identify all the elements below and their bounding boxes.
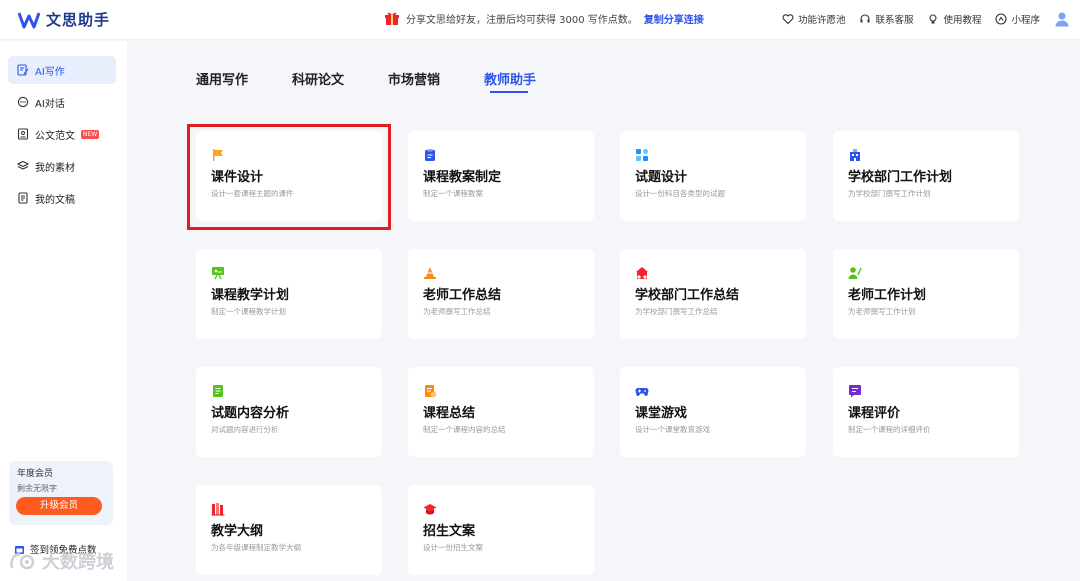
card-exam-analysis[interactable]: 试题内容分析 对试题内容进行分析 bbox=[196, 367, 382, 457]
sidebar-item-ai-chat[interactable]: AI对话 bbox=[8, 88, 116, 116]
clipboard-icon bbox=[425, 149, 435, 161]
gift-icon bbox=[385, 12, 399, 25]
graduation-cap-icon bbox=[423, 504, 437, 515]
tab-teacher-assistant[interactable]: 教师助手 bbox=[484, 69, 536, 88]
logo-text: 文思助手 bbox=[46, 11, 111, 29]
teacher-icon bbox=[848, 267, 862, 279]
watermark-text: 大数跨境 bbox=[42, 552, 114, 573]
tab-general-writing[interactable]: 通用写作 bbox=[196, 69, 248, 88]
tab-research-paper[interactable]: 科研论文 bbox=[292, 69, 344, 88]
sidebar-item-my-materials[interactable]: 我的素材 bbox=[8, 152, 116, 180]
school-icon bbox=[636, 267, 648, 279]
card-course-evaluation[interactable]: 课程评价 制定一个课程的详细评价 bbox=[833, 367, 1019, 457]
card-teaching-plan[interactable]: 课程教学计划 制定一个课程教学计划 bbox=[196, 249, 382, 339]
upgrade-vip-button[interactable]: 升级会员 bbox=[16, 497, 102, 515]
card-courseware-design[interactable]: 课件设计 设计一套课程主题的课件 bbox=[196, 131, 382, 221]
chat-icon bbox=[17, 96, 29, 108]
card-teacher-work-plan[interactable]: 老师工作计划 为老师撰写工作计划 bbox=[833, 249, 1019, 339]
card-classroom-game[interactable]: 课堂游戏 设计一个课堂教育游戏 bbox=[620, 367, 806, 457]
sidebar: AI写作 AI对话 公文范文 NEW 我的素材 我的文稿 年度会员 剩余无限字 … bbox=[0, 41, 127, 581]
top-actions: 功能许愿池 联系客服 使用教程 小程序 bbox=[782, 11, 1070, 27]
copy-share-link[interactable]: 复制分享连接 bbox=[644, 11, 704, 26]
file-icon bbox=[18, 192, 28, 204]
card-teacher-summary[interactable]: 老师工作总结 为老师撰写工作总结 bbox=[408, 249, 594, 339]
card-syllabus[interactable]: 教学大纲 为各年级课程制定教学大纲 bbox=[196, 485, 382, 575]
logo[interactable]: 文思助手 bbox=[18, 9, 110, 30]
building-icon bbox=[850, 149, 860, 161]
wish-pool-link[interactable]: 功能许愿池 bbox=[782, 12, 845, 26]
vip-card: 年度会员 剩余无限字 升级会员 bbox=[9, 461, 113, 525]
new-badge: NEW bbox=[81, 129, 100, 139]
cone-icon bbox=[424, 267, 436, 279]
sidebar-item-ai-writing[interactable]: AI写作 bbox=[8, 56, 116, 84]
card-exam-design[interactable]: 试题设计 设计一份科目各类型的试题 bbox=[620, 131, 806, 221]
user-avatar-icon[interactable] bbox=[1054, 11, 1070, 27]
sidebar-item-official-docs[interactable]: 公文范文 NEW bbox=[8, 120, 116, 148]
flag-icon bbox=[213, 149, 223, 161]
top-bar: 文思助手 分享文思给好友，注册后均可获得 3000 写作点数。 复制分享连接 功… bbox=[0, 0, 1080, 40]
card-lesson-plan[interactable]: 课程教案制定 制定一个课程教案 bbox=[408, 131, 594, 221]
active-tab-indicator bbox=[490, 91, 528, 93]
books-icon bbox=[211, 503, 225, 516]
notes-icon bbox=[425, 385, 437, 398]
easel-icon bbox=[212, 267, 224, 280]
miniprogram-link[interactable]: 小程序 bbox=[995, 12, 1040, 26]
book-icon bbox=[213, 385, 223, 397]
card-admission-copy[interactable]: 招生文案 设计一份招生文案 bbox=[408, 485, 594, 575]
promo-text: 分享文思给好友，注册后均可获得 3000 写作点数。 bbox=[406, 14, 638, 26]
lightbulb-icon bbox=[929, 14, 938, 24]
tab-marketing[interactable]: 市场营销 bbox=[388, 69, 440, 88]
document-icon bbox=[17, 128, 29, 140]
card-dept-work-summary[interactable]: 学校部门工作总结 为学校部门撰写工作总结 bbox=[620, 249, 806, 339]
watermark-logo-icon bbox=[10, 552, 35, 570]
customer-service-link[interactable]: 联系客服 bbox=[859, 12, 913, 26]
write-icon bbox=[17, 64, 29, 76]
promo-banner: 分享文思给好友，注册后均可获得 3000 写作点数。 复制分享连接 bbox=[384, 10, 704, 26]
card-course-summary[interactable]: 课程总结 制定一个课程内容的总结 bbox=[408, 367, 594, 457]
vip-title: 年度会员 bbox=[17, 469, 54, 479]
headset-icon bbox=[860, 14, 871, 23]
logo-icon bbox=[18, 11, 40, 28]
tutorial-link[interactable]: 使用教程 bbox=[927, 12, 981, 26]
heart-icon bbox=[782, 14, 794, 25]
grid-icon bbox=[636, 149, 648, 161]
layers-icon bbox=[17, 160, 29, 170]
sidebar-item-my-drafts[interactable]: 我的文稿 bbox=[8, 184, 116, 212]
comment-icon bbox=[849, 385, 861, 398]
vip-subtitle: 剩余无限字 bbox=[17, 484, 57, 493]
card-dept-work-plan[interactable]: 学校部门工作计划 为学校部门撰写工作计划 bbox=[833, 131, 1019, 221]
miniprogram-icon bbox=[995, 13, 1008, 25]
gamepad-icon bbox=[635, 388, 649, 396]
watermark: 大数跨境 bbox=[8, 548, 114, 574]
